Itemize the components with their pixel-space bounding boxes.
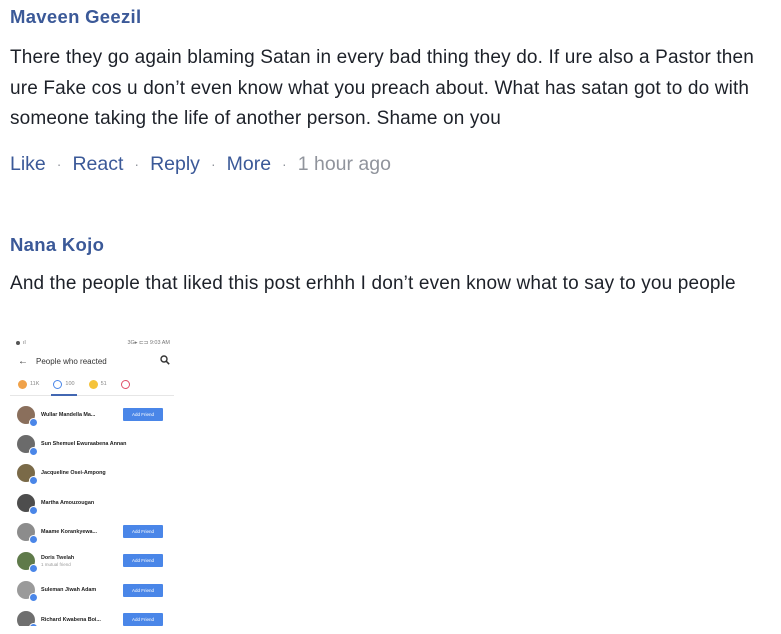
- like-badge-icon: [29, 622, 38, 626]
- reaction-tabs: 11K 100 51: [10, 373, 174, 396]
- list-item: Maame Korankyewa... Add Friend: [10, 517, 174, 546]
- separator: ·: [56, 156, 62, 172]
- like-badge-icon: [29, 476, 38, 486]
- avatar: [17, 552, 38, 574]
- reactor-name: Richard Kwabena Boi...: [41, 616, 101, 623]
- reactors-list: Wullar Mandella Ma... Add Friend Sun She…: [10, 396, 174, 626]
- add-friend-button: Add Friend: [123, 583, 163, 597]
- add-friend-button: Add Friend: [123, 525, 163, 539]
- arrow-left-icon: ←: [18, 355, 28, 367]
- reactions-title: People who reacted: [36, 356, 107, 366]
- list-item: Martha Amouzougan: [10, 488, 174, 517]
- avatar: [17, 581, 38, 603]
- add-friend-button: Add Friend: [123, 613, 163, 626]
- add-friend-button: Add Friend: [123, 408, 163, 421]
- reply-button[interactable]: Reply: [150, 153, 200, 176]
- reaction-tab: 11K: [18, 373, 39, 395]
- reaction-angry-icon: [120, 379, 130, 389]
- reactor-name: Jacqueline Osei-Ampong: [41, 470, 106, 477]
- reactor-name: Martha Amouzougan: [41, 499, 95, 506]
- reactor-name: Suleman Jiwah Adam: [41, 587, 97, 594]
- reaction-count: 11K: [30, 381, 40, 387]
- like-badge-icon: [29, 564, 38, 574]
- comment-1: Maveen Geezil There they go again blamin…: [10, 6, 773, 176]
- comment-2: Nana Kojo And the people that liked this…: [10, 234, 773, 300]
- reaction-tab: [120, 373, 130, 395]
- comment-author[interactable]: Maveen Geezil: [10, 6, 773, 28]
- more-button[interactable]: More: [227, 153, 271, 176]
- list-item: Suleman Jiwah Adam Add Friend: [10, 576, 174, 605]
- separator: ·: [282, 156, 287, 172]
- like-badge-icon: [29, 534, 38, 544]
- add-friend-button: Add Friend: [123, 554, 163, 568]
- search-icon: [160, 354, 170, 368]
- notification-icon: [16, 340, 20, 345]
- comment-text: And the people that liked this post erhh…: [10, 273, 736, 294]
- reaction-love-icon: [18, 379, 27, 389]
- separator: ·: [134, 156, 140, 172]
- react-button[interactable]: React: [72, 153, 123, 176]
- reactor-name: Wullar Mandella Ma...: [41, 411, 96, 418]
- like-badge-icon: [29, 446, 38, 456]
- avatar: [17, 464, 38, 486]
- like-badge-icon: [29, 505, 38, 515]
- reaction-like-icon: [53, 379, 63, 389]
- avatar: [17, 610, 38, 626]
- reaction-count: 100: [65, 381, 75, 387]
- avatar: [17, 405, 38, 427]
- reaction-tab: 100: [51, 373, 77, 396]
- comment-text: There they go again blaming Satan in eve…: [10, 47, 754, 129]
- status-time: 9:03 AM: [149, 339, 170, 346]
- like-badge-icon: [29, 593, 38, 603]
- list-item: Wullar Mandella Ma... Add Friend: [10, 400, 174, 429]
- avatar: [17, 522, 38, 544]
- list-item: Jacqueline Osei-Ampong: [10, 459, 174, 488]
- comment-timestamp[interactable]: 1 hour ago: [298, 153, 391, 176]
- phone-status-bar: ıl 3G▸ ⊏⊐ 9:03 AM: [10, 336, 174, 349]
- list-item: Richard Kwabena Boi... Add Friend: [10, 605, 174, 626]
- like-button[interactable]: Like: [10, 153, 46, 176]
- avatar: [17, 434, 38, 456]
- avatar: [17, 493, 38, 515]
- reactor-name-text: Doris Twelah: [41, 555, 75, 562]
- reaction-haha-icon: [88, 379, 98, 389]
- comment-image-attachment[interactable]: ıl 3G▸ ⊏⊐ 9:03 AM ← People who reacted 1…: [10, 336, 174, 626]
- signal-icon: ıl: [23, 339, 26, 346]
- list-item: Doris Twelah 1 mutual friend Add Friend: [10, 546, 174, 575]
- like-badge-icon: [29, 417, 38, 427]
- reactor-name: Doris Twelah 1 mutual friend: [41, 555, 111, 567]
- mutual-friends: 1 mutual friend: [41, 562, 71, 568]
- network-status: 3G▸ ⊏⊐: [127, 339, 149, 346]
- comment-actions: Like · React · Reply · More · 1 hour ago: [10, 153, 773, 176]
- reactions-header: ← People who reacted: [10, 349, 174, 373]
- reaction-count: 51: [100, 381, 107, 387]
- separator: ·: [210, 156, 216, 172]
- list-item: Sun Shemuel Ewuraabena Annan: [10, 429, 174, 458]
- reactor-name: Sun Shemuel Ewuraabena Annan: [41, 440, 127, 447]
- reaction-tab: 51: [88, 373, 107, 395]
- comment-author[interactable]: Nana Kojo: [10, 234, 773, 256]
- reactor-name: Maame Korankyewa...: [41, 528, 98, 535]
